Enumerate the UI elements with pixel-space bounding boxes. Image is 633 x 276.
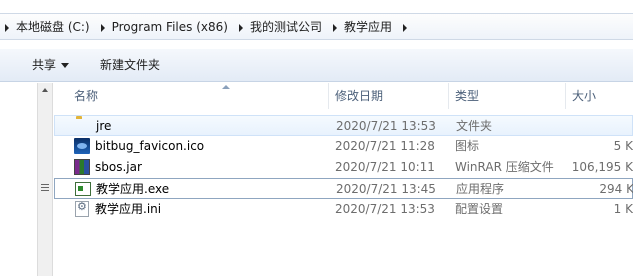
address-bar[interactable]: 本地磁盘 (C:) Program Files (x86) 我的测试公司 教学应… <box>0 13 633 40</box>
breadcrumb-item-company[interactable]: 我的测试公司 <box>248 14 328 41</box>
breadcrumb-item-program-files[interactable]: Program Files (x86) <box>110 14 234 41</box>
chevron-right-icon[interactable] <box>398 14 412 41</box>
column-header-type[interactable]: 类型 <box>449 83 566 109</box>
file-type: 应用程序 <box>456 182 505 196</box>
folder-icon <box>75 118 91 134</box>
file-row[interactable]: jre 2020/7/21 13:53 文件夹 <box>54 115 633 136</box>
new-folder-button[interactable]: 新建文件夹 <box>100 49 160 82</box>
file-date: 2020/7/21 11:28 <box>335 139 435 153</box>
column-header-name[interactable]: 名称 <box>54 83 329 109</box>
file-size: 294 K <box>599 182 633 196</box>
file-date: 2020/7/21 13:53 <box>335 202 435 216</box>
breadcrumb-item-drive[interactable]: 本地磁盘 (C:) <box>14 14 96 41</box>
file-name: sbos.jar <box>95 160 142 174</box>
chevron-right-icon[interactable] <box>96 14 110 41</box>
chevron-right-icon[interactable] <box>234 14 248 41</box>
settings-file-icon <box>74 199 90 217</box>
file-list: jre 2020/7/21 13:53 文件夹 bitbug_favicon.i… <box>54 115 633 220</box>
file-type: WinRAR 压缩文件 <box>455 160 554 174</box>
share-label: 共享 <box>32 58 57 72</box>
column-header-row: 名称 修改日期 类型 大小 <box>54 83 633 109</box>
file-name: 教学应用.exe <box>96 182 170 196</box>
scrollbar-grip-icon[interactable] <box>41 184 49 191</box>
breadcrumb: 本地磁盘 (C:) Program Files (x86) 我的测试公司 教学应… <box>0 14 412 41</box>
chevron-right-icon[interactable] <box>0 14 14 41</box>
column-header-size[interactable]: 大小 <box>566 83 633 109</box>
file-size: 5 K <box>613 139 633 153</box>
chevron-right-icon[interactable] <box>328 14 342 41</box>
share-button[interactable]: 共享 <box>32 49 70 82</box>
column-header-date[interactable]: 修改日期 <box>329 83 449 109</box>
navigation-scrollbar[interactable] <box>37 83 53 276</box>
file-row[interactable]: 教学应用.exe 2020/7/21 13:45 应用程序 294 K <box>54 178 633 199</box>
image-icon <box>74 138 90 154</box>
file-row[interactable]: sbos.jar 2020/7/21 10:11 WinRAR 压缩文件 106… <box>54 157 633 178</box>
file-type: 配置设置 <box>455 202 504 216</box>
file-size: 1 K <box>613 202 633 216</box>
file-name: 教学应用.ini <box>95 202 162 216</box>
archive-icon <box>74 159 90 175</box>
file-date: 2020/7/21 13:45 <box>336 182 436 196</box>
file-name: jre <box>96 119 112 133</box>
command-toolbar: 共享 新建文件夹 <box>0 49 633 82</box>
file-date: 2020/7/21 13:53 <box>336 119 436 133</box>
file-row[interactable]: 教学应用.ini 2020/7/21 13:53 配置设置 1 K <box>54 199 633 220</box>
breadcrumb-item-app[interactable]: 教学应用 <box>342 14 398 41</box>
scroll-up-icon[interactable] <box>38 83 52 97</box>
file-type: 文件夹 <box>456 119 493 133</box>
chevron-down-icon <box>61 63 70 68</box>
navigation-pane[interactable] <box>0 83 37 276</box>
application-icon <box>75 181 91 197</box>
file-type: 图标 <box>455 139 480 153</box>
file-date: 2020/7/21 10:11 <box>335 160 435 174</box>
file-size: 106,195 K <box>571 160 633 174</box>
file-row[interactable]: bitbug_favicon.ico 2020/7/21 11:28 图标 5 … <box>54 136 633 157</box>
file-name: bitbug_favicon.ico <box>95 139 205 153</box>
